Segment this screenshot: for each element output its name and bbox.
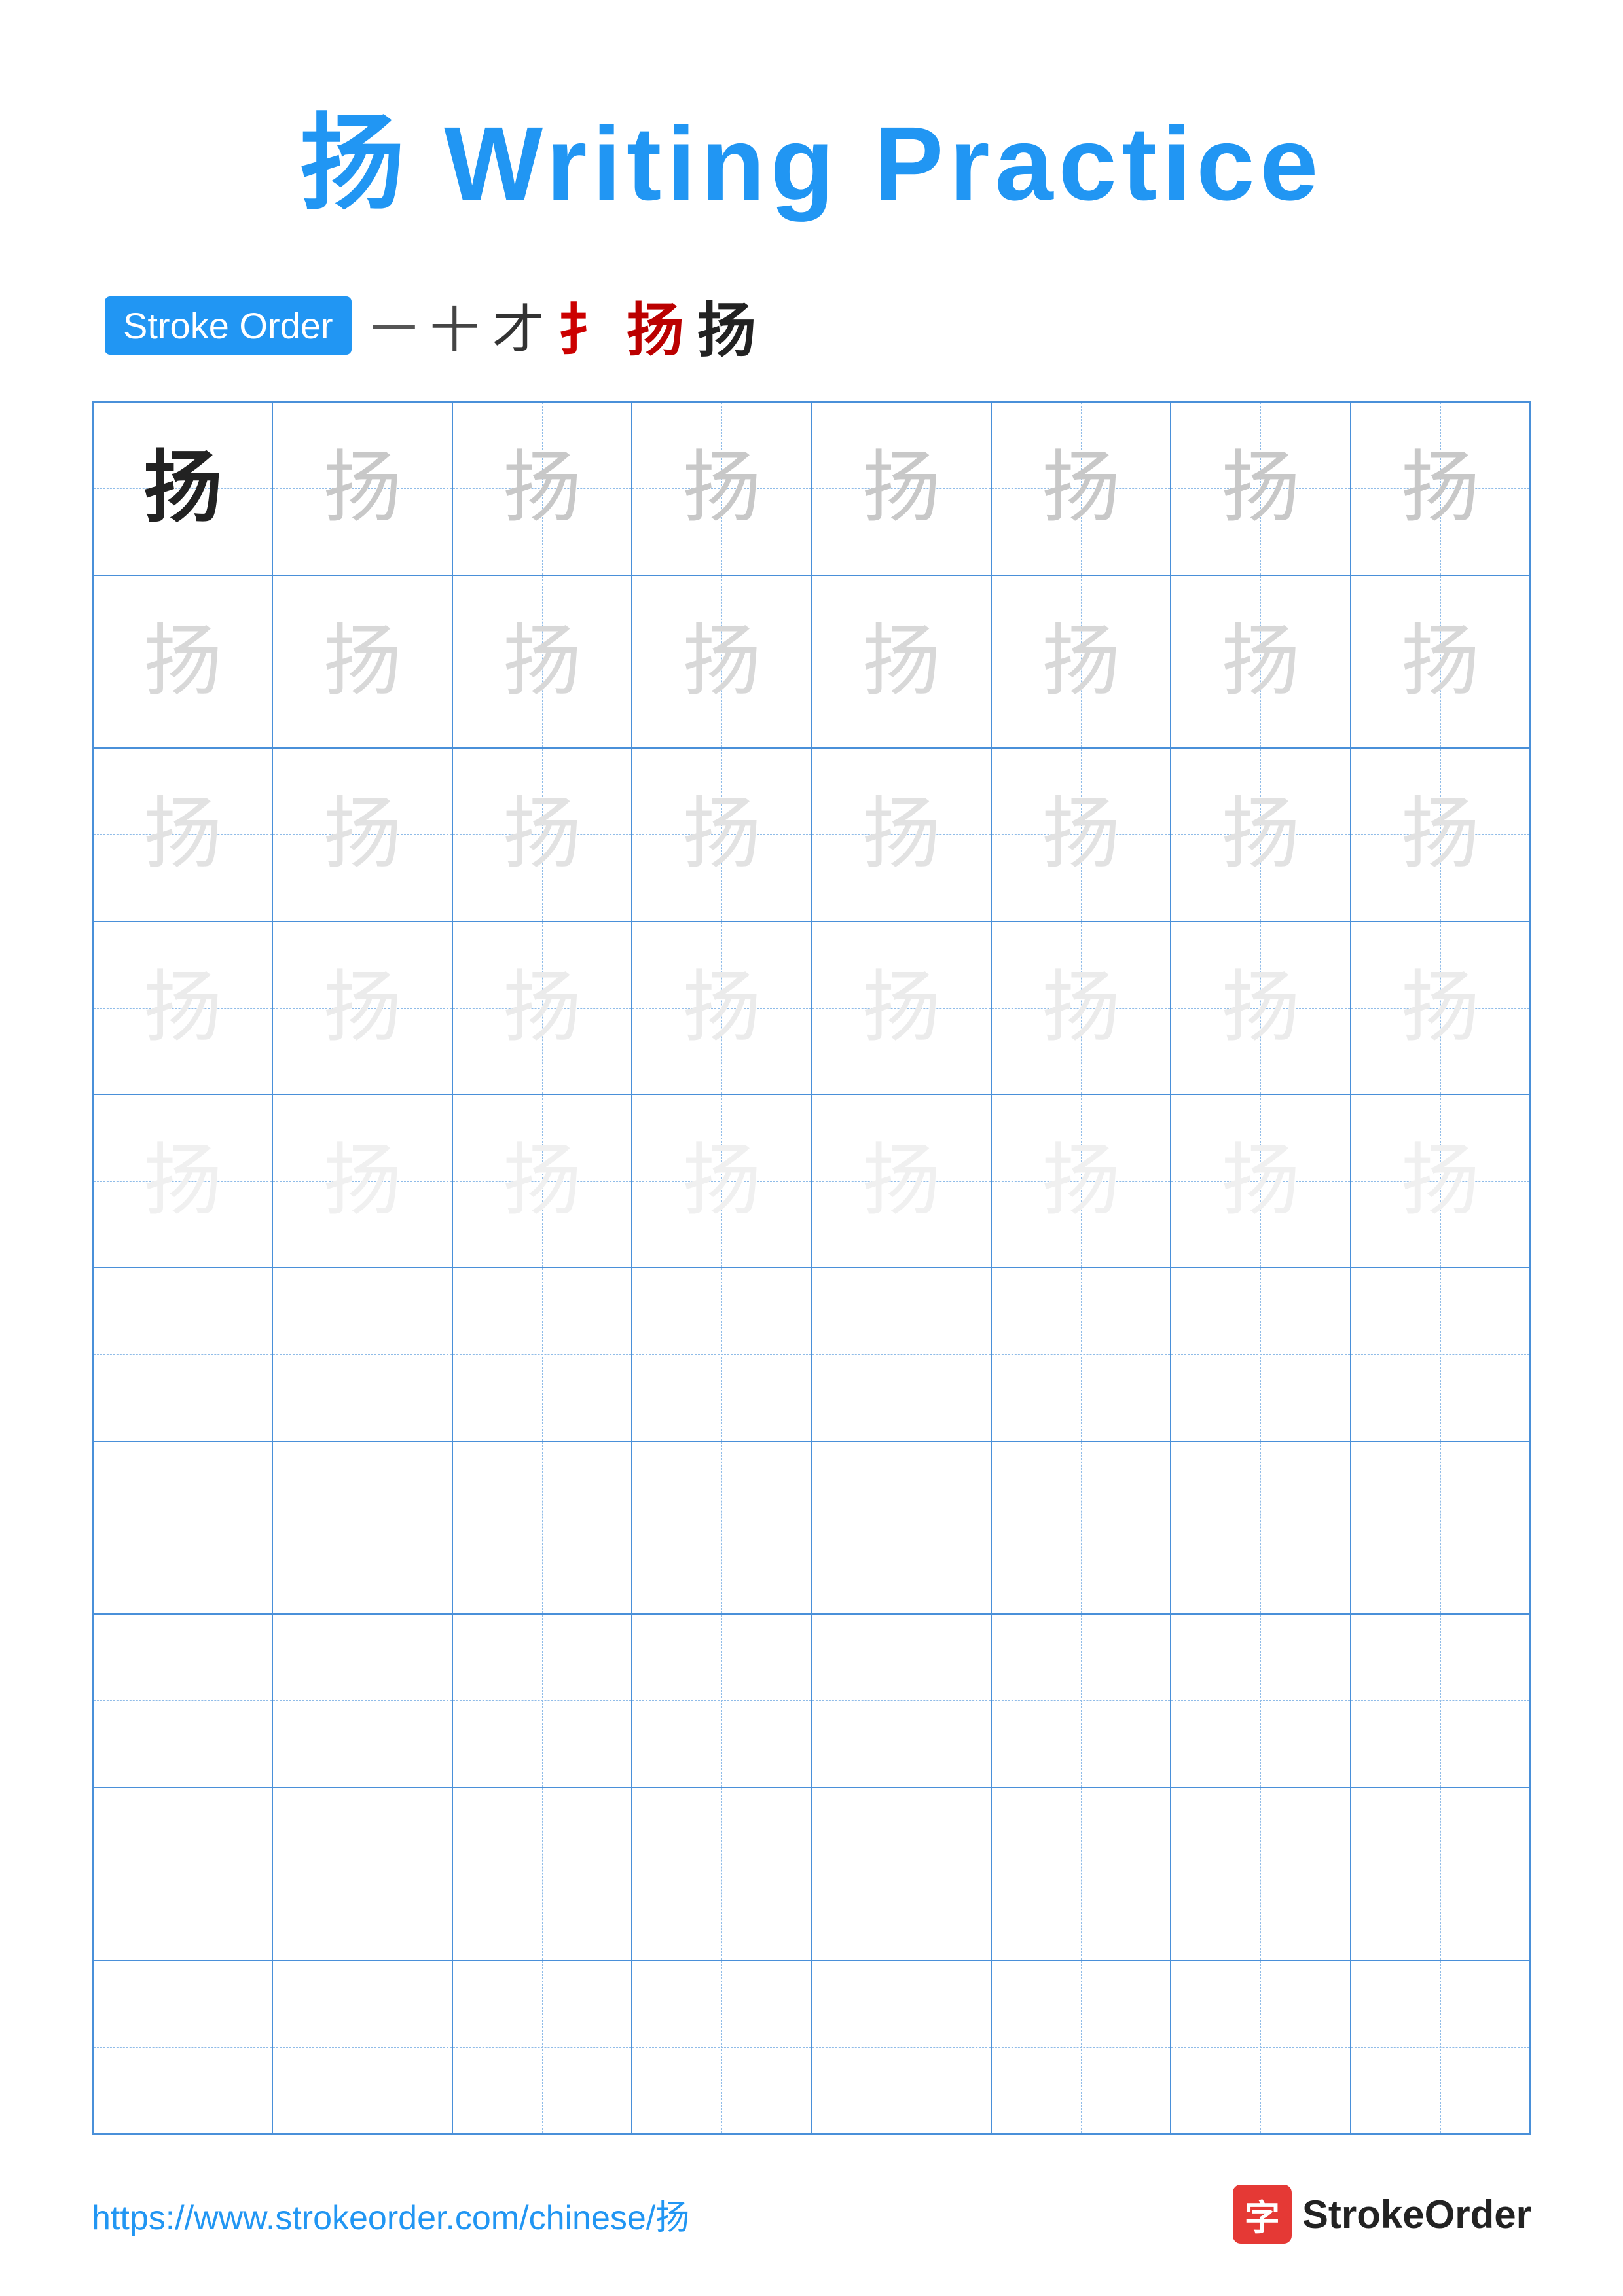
grid-cell-empty[interactable] xyxy=(632,1441,811,1615)
grid-cell[interactable]: 扬 xyxy=(632,748,811,922)
grid-cell-empty[interactable] xyxy=(1171,1441,1350,1615)
grid-cell-empty[interactable] xyxy=(991,1787,1171,1961)
grid-cell-empty[interactable] xyxy=(93,1614,272,1787)
grid-cell-empty[interactable] xyxy=(93,1268,272,1441)
grid-cell[interactable]: 扬 xyxy=(452,748,632,922)
grid-cell[interactable]: 扬 xyxy=(632,922,811,1095)
grid-cell[interactable]: 扬 xyxy=(1171,748,1350,922)
grid-cell-empty[interactable] xyxy=(991,1268,1171,1441)
grid-cell-empty[interactable] xyxy=(452,1787,632,1961)
grid-cell[interactable]: 扬 xyxy=(632,1094,811,1268)
grid-cell[interactable]: 扬 xyxy=(452,402,632,575)
grid-cell-empty[interactable] xyxy=(272,1268,452,1441)
grid-cell[interactable]: 扬 xyxy=(272,575,452,749)
stroke-4: 扌 xyxy=(558,285,613,366)
grid-cell-empty[interactable] xyxy=(272,1441,452,1615)
title-section: 扬 Writing Practice xyxy=(92,79,1531,230)
grid-cell-empty[interactable] xyxy=(991,1960,1171,2134)
logo-icon: 字 xyxy=(1233,2185,1292,2244)
logo-name: StrokeOrder xyxy=(1302,2192,1531,2237)
grid-cell[interactable]: 扬 xyxy=(272,922,452,1095)
grid-cell[interactable]: 扬 xyxy=(812,575,991,749)
grid-cell-empty[interactable] xyxy=(1351,1614,1530,1787)
grid-cell-empty[interactable] xyxy=(812,1787,991,1961)
grid-cell-empty[interactable] xyxy=(812,1960,991,2134)
grid-cell-empty[interactable] xyxy=(272,1787,452,1961)
grid-cell-empty[interactable] xyxy=(812,1441,991,1615)
stroke-6: 扬 xyxy=(697,283,756,368)
grid-cell-empty[interactable] xyxy=(1351,1960,1530,2134)
grid-cell-empty[interactable] xyxy=(93,1441,272,1615)
stroke-2: 十 xyxy=(430,290,479,361)
grid-cell-empty[interactable] xyxy=(991,1614,1171,1787)
grid-cell-empty[interactable] xyxy=(812,1268,991,1441)
grid-cell[interactable]: 扬 xyxy=(812,1094,991,1268)
grid-cell[interactable]: 扬 xyxy=(812,748,991,922)
grid-cell-empty[interactable] xyxy=(452,1614,632,1787)
grid-cell[interactable]: 扬 xyxy=(452,922,632,1095)
stroke-order-badge: Stroke Order xyxy=(105,296,352,355)
grid-cell[interactable]: 扬 xyxy=(991,1094,1171,1268)
footer-logo: 字 StrokeOrder xyxy=(1233,2185,1531,2244)
grid-cell[interactable]: 扬 xyxy=(93,575,272,749)
grid-cell[interactable]: 扬 xyxy=(632,575,811,749)
grid-cell-empty[interactable] xyxy=(1171,1614,1350,1787)
grid-cell-empty[interactable] xyxy=(272,1614,452,1787)
grid-cell[interactable]: 扬 xyxy=(1171,402,1350,575)
grid-cell[interactable]: 扬 xyxy=(452,1094,632,1268)
grid-cell[interactable]: 扬 xyxy=(1171,922,1350,1095)
stroke-3: 才 xyxy=(492,287,545,363)
grid-cell-empty[interactable] xyxy=(452,1441,632,1615)
grid-cell[interactable]: 扬 xyxy=(93,922,272,1095)
grid-cell-empty[interactable] xyxy=(812,1614,991,1787)
grid-cell[interactable]: 扬 xyxy=(1351,748,1530,922)
footer-url[interactable]: https://www.strokeorder.com/chinese/扬 xyxy=(92,2190,689,2239)
footer: https://www.strokeorder.com/chinese/扬 字 … xyxy=(92,2185,1531,2244)
grid-cell[interactable]: 扬 xyxy=(1351,575,1530,749)
grid-cell[interactable]: 扬 xyxy=(93,402,272,575)
grid-cell[interactable]: 扬 xyxy=(1351,922,1530,1095)
writing-grid: 扬 扬 扬 扬 扬 扬 扬 扬 扬 扬 扬 扬 扬 扬 扬 扬 扬 扬 扬 扬 … xyxy=(92,401,1531,2135)
grid-cell-empty[interactable] xyxy=(1171,1268,1350,1441)
page: 扬 Writing Practice Stroke Order 一 十 才 扌 … xyxy=(0,0,1623,2296)
grid-cell-empty[interactable] xyxy=(93,1787,272,1961)
grid-cell-empty[interactable] xyxy=(1171,1960,1350,2134)
grid-cell[interactable]: 扬 xyxy=(812,402,991,575)
stroke-order-row: Stroke Order 一 十 才 扌 扬 扬 xyxy=(105,283,1531,368)
grid-cell-empty[interactable] xyxy=(452,1268,632,1441)
grid-cell-empty[interactable] xyxy=(1351,1268,1530,1441)
grid-cell-empty[interactable] xyxy=(1351,1441,1530,1615)
grid-cell[interactable]: 扬 xyxy=(1351,1094,1530,1268)
grid-cell-empty[interactable] xyxy=(632,1787,811,1961)
grid-cell[interactable]: 扬 xyxy=(93,748,272,922)
grid-cell[interactable]: 扬 xyxy=(991,922,1171,1095)
stroke-1: 一 xyxy=(371,293,417,359)
grid-cell[interactable]: 扬 xyxy=(1351,402,1530,575)
grid-cell[interactable]: 扬 xyxy=(991,748,1171,922)
grid-cell-empty[interactable] xyxy=(632,1614,811,1787)
grid-cell-empty[interactable] xyxy=(632,1268,811,1441)
grid-cell[interactable]: 扬 xyxy=(632,402,811,575)
grid-cell-empty[interactable] xyxy=(991,1441,1171,1615)
stroke-chars: 一 十 才 扌 扬 扬 xyxy=(371,283,756,368)
grid-cell-empty[interactable] xyxy=(93,1960,272,2134)
grid-cell-empty[interactable] xyxy=(452,1960,632,2134)
grid-cell[interactable]: 扬 xyxy=(991,575,1171,749)
grid-cell-empty[interactable] xyxy=(1351,1787,1530,1961)
page-title: 扬 Writing Practice xyxy=(92,79,1531,230)
stroke-5: 扬 xyxy=(627,284,684,367)
grid-cell[interactable]: 扬 xyxy=(1171,575,1350,749)
grid-cell-empty[interactable] xyxy=(1171,1787,1350,1961)
grid-cell[interactable]: 扬 xyxy=(93,1094,272,1268)
grid-cell[interactable]: 扬 xyxy=(991,402,1171,575)
grid-cell[interactable]: 扬 xyxy=(452,575,632,749)
grid-cell[interactable]: 扬 xyxy=(1171,1094,1350,1268)
grid-cell[interactable]: 扬 xyxy=(272,748,452,922)
grid-cell[interactable]: 扬 xyxy=(812,922,991,1095)
grid-cell[interactable]: 扬 xyxy=(272,402,452,575)
grid-cell[interactable]: 扬 xyxy=(272,1094,452,1268)
grid-cell-empty[interactable] xyxy=(272,1960,452,2134)
grid-cell-empty[interactable] xyxy=(632,1960,811,2134)
